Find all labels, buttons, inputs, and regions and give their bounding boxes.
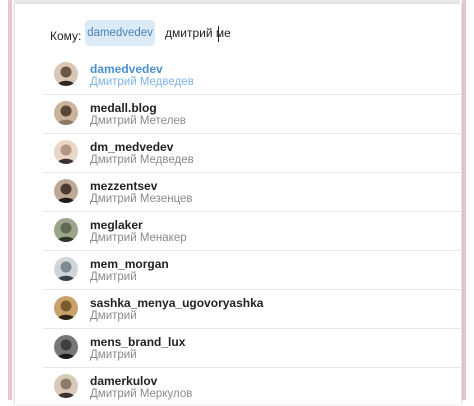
suggestion-username: sashka_menya_ugovoryashka: [90, 296, 264, 310]
suggestion-fullname: Дмитрий Мезенцев: [90, 193, 193, 205]
suggestion-fullname: Дмитрий Меркулов: [90, 388, 193, 400]
user-avatar-icon: [54, 179, 78, 203]
suggestion-item[interactable]: mezzentsev Дмитрий Мезенцев: [43, 173, 461, 212]
recipient-row: Кому: damedvedev: [15, 14, 461, 56]
suggestion-fullname: Дмитрий Медведев: [90, 154, 194, 166]
suggestion-fullname: Дмитрий: [90, 271, 137, 283]
left-border-accent: [8, 0, 12, 400]
suggestion-item[interactable]: dm_medvedev Дмитрий Медведев: [43, 134, 461, 173]
suggestion-item[interactable]: damerkulov Дмитрий Меркулов: [43, 368, 461, 406]
user-avatar-icon: [54, 140, 78, 164]
user-avatar-icon: [54, 296, 78, 320]
suggestion-item[interactable]: meglaker Дмитрий Менакер: [43, 212, 461, 251]
suggestion-item[interactable]: mens_brand_lux Дмитрий: [43, 329, 461, 368]
user-avatar-icon: [54, 218, 78, 242]
suggestion-username: mem_morgan: [90, 257, 169, 271]
suggestion-item[interactable]: sashka_menya_ugovoryashka Дмитрий: [43, 290, 461, 329]
text-cursor: [218, 26, 219, 42]
user-avatar-icon: [54, 101, 78, 125]
suggestion-item[interactable]: medall.blog Дмитрий Метелев: [43, 95, 461, 134]
recipient-chip[interactable]: damedvedev: [85, 20, 155, 46]
suggestion-fullname: Дмитрий: [90, 310, 137, 322]
suggestion-username: medall.blog: [90, 101, 157, 115]
new-message-panel: Кому: damedvedev damedvedevДмитрий Медве…: [14, 4, 462, 404]
suggestion-username: mens_brand_lux: [90, 335, 186, 349]
right-border-accent: [462, 0, 466, 400]
recipient-search-input[interactable]: [165, 20, 435, 46]
suggestion-username: damedvedev: [90, 62, 163, 76]
suggestion-username: meglaker: [90, 218, 143, 232]
suggestion-fullname: Дмитрий Менакер: [90, 232, 187, 244]
user-avatar-icon: [54, 335, 78, 359]
user-avatar-icon: [54, 62, 78, 86]
user-avatar-icon: [54, 257, 78, 281]
suggestion-list: damedvedev Дмитрий Медведев medall.blog Дми…: [43, 56, 461, 406]
suggestion-fullname: Дмитрий: [90, 349, 137, 361]
user-avatar-icon: [54, 374, 78, 398]
suggestion-fullname: Дмитрий Медведев: [90, 76, 194, 88]
suggestion-username: damerkulov: [90, 374, 158, 388]
suggestion-item[interactable]: mem_morgan Дмитрий: [43, 251, 461, 290]
to-label: Кому:: [50, 29, 82, 43]
suggestion-fullname: Дмитрий Метелев: [90, 115, 186, 127]
suggestion-username: dm_medvedev: [90, 140, 174, 154]
suggestion-username: mezzentsev: [90, 179, 158, 193]
suggestion-item[interactable]: damedvedev Дмитрий Медведев: [43, 56, 461, 95]
